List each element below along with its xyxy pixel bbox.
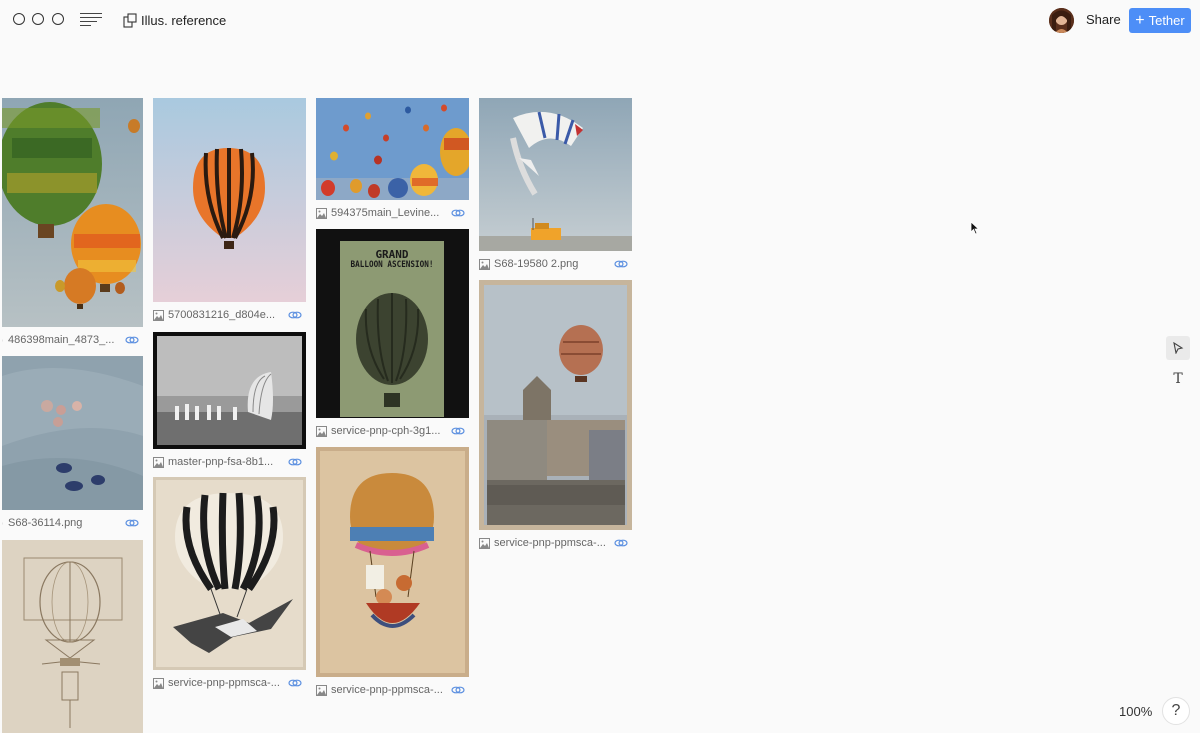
link-icon[interactable] [288, 308, 302, 322]
image-caption: 594375main_Levine... [316, 205, 469, 221]
image-caption: S68-36114.png [2, 515, 143, 531]
gallery-item[interactable]: 5700831216_d804e... [153, 98, 306, 326]
image-thumbnail[interactable] [2, 356, 143, 510]
link-icon[interactable] [451, 424, 465, 438]
window-circle-icon-3[interactable] [52, 13, 64, 25]
caption-text: service-pnp-ppmsca-... [168, 677, 280, 689]
image-thumbnail[interactable] [153, 477, 306, 670]
image-caption: service-pnp-ppmsca-... [479, 535, 632, 551]
menu-icon[interactable] [80, 13, 104, 27]
caption-text: master-pnp-fsa-8b1... [168, 456, 274, 468]
image-thumbnail[interactable] [2, 540, 143, 733]
link-icon[interactable] [614, 536, 628, 550]
image-icon [2, 522, 3, 524]
link-icon[interactable] [288, 455, 302, 469]
help-button[interactable]: ? [1162, 697, 1190, 725]
caption-text: 5700831216_d804e... [168, 309, 276, 321]
gallery-item[interactable]: GRAND BALLOON ASCENSION! service-pnp-cph… [316, 229, 469, 441]
caption-text: 486398main_4873_... [8, 334, 115, 346]
gallery-item[interactable]: service-pnp-ppmsca-... [316, 447, 469, 700]
gallery-item[interactable]: 486398main_4873_... [2, 98, 143, 352]
image-thumbnail[interactable]: GRAND BALLOON ASCENSION! [316, 229, 469, 418]
link-icon[interactable] [125, 516, 139, 530]
image-caption: service-pnp-ppmsca-... [316, 682, 469, 698]
tether-button-label: Tether [1148, 13, 1185, 28]
caption-text: service-pnp-ppmsca-... [494, 537, 606, 549]
image-icon [316, 425, 327, 437]
window-circle-icon-1[interactable] [13, 13, 25, 25]
image-caption: service-pnp-ppmsca-... [153, 675, 306, 691]
poster-title-line-2: BALLOON ASCENSION! [350, 259, 434, 270]
image-thumbnail[interactable] [479, 98, 632, 251]
image-caption: master-pnp-fsa-8b1... [153, 454, 306, 470]
image-icon [153, 677, 164, 689]
share-button[interactable]: Share [1086, 12, 1121, 27]
link-icon[interactable] [125, 333, 139, 347]
image-thumbnail[interactable] [153, 332, 306, 449]
top-bar: Illus. reference Share + Tether [0, 0, 1200, 42]
gallery-item[interactable]: master-pnp-fsa-8b1... [153, 332, 306, 472]
link-icon[interactable] [288, 676, 302, 690]
text-tool-button[interactable]: T [1166, 367, 1190, 391]
image-caption: 5700831216_d804e... [153, 307, 306, 323]
select-tool-button[interactable] [1166, 336, 1190, 360]
gallery-item[interactable]: service-pnp-ppmsca-... [479, 280, 632, 553]
link-icon[interactable] [614, 257, 628, 271]
image-thumbnail[interactable] [153, 98, 306, 302]
image-caption: 486398main_4873_... [2, 332, 143, 348]
avatar[interactable] [1049, 8, 1074, 33]
caption-text: S68-19580 2.png [494, 258, 579, 270]
board-title[interactable]: Illus. reference [123, 11, 226, 29]
caption-text: service-pnp-cph-3g1... [331, 425, 441, 437]
image-icon [153, 456, 164, 468]
gallery-item[interactable]: service-pnp-ppmsca-... [153, 477, 306, 693]
board-icon [123, 12, 137, 28]
image-icon [316, 684, 327, 696]
image-thumbnail[interactable] [316, 447, 469, 677]
image-caption: service-pnp-cph-3g1... [316, 423, 469, 439]
link-icon[interactable] [451, 206, 465, 220]
gallery-item[interactable]: 594375main_Levine... [316, 98, 469, 223]
link-icon[interactable] [451, 683, 465, 697]
image-thumbnail[interactable] [479, 280, 632, 530]
poster-title: GRAND BALLOON ASCENSION! [340, 249, 444, 270]
caption-text: S68-36114.png [8, 517, 83, 529]
caption-text: service-pnp-ppmsca-... [331, 684, 443, 696]
pointer-icon [1173, 342, 1184, 354]
text-tool-icon: T [1173, 371, 1183, 387]
image-icon [479, 537, 490, 549]
gallery-item[interactable]: S68-36114.png [2, 356, 143, 532]
tether-button[interactable]: + Tether [1129, 8, 1191, 33]
plus-icon: + [1135, 11, 1145, 29]
image-thumbnail[interactable] [316, 98, 469, 200]
image-caption: S68-19580 2.png [479, 256, 632, 272]
image-icon [316, 207, 327, 219]
gallery-item[interactable] [2, 540, 143, 733]
board-title-text: Illus. reference [141, 12, 227, 28]
gallery-item[interactable]: S68-19580 2.png [479, 98, 632, 274]
caption-text: 594375main_Levine... [331, 207, 440, 219]
mouse-cursor-icon [970, 221, 980, 235]
image-icon [2, 339, 3, 341]
image-icon [153, 309, 164, 321]
window-circle-icon-2[interactable] [32, 13, 44, 25]
zoom-level[interactable]: 100% [1119, 704, 1152, 719]
image-thumbnail[interactable] [2, 98, 143, 327]
image-icon [479, 258, 490, 270]
